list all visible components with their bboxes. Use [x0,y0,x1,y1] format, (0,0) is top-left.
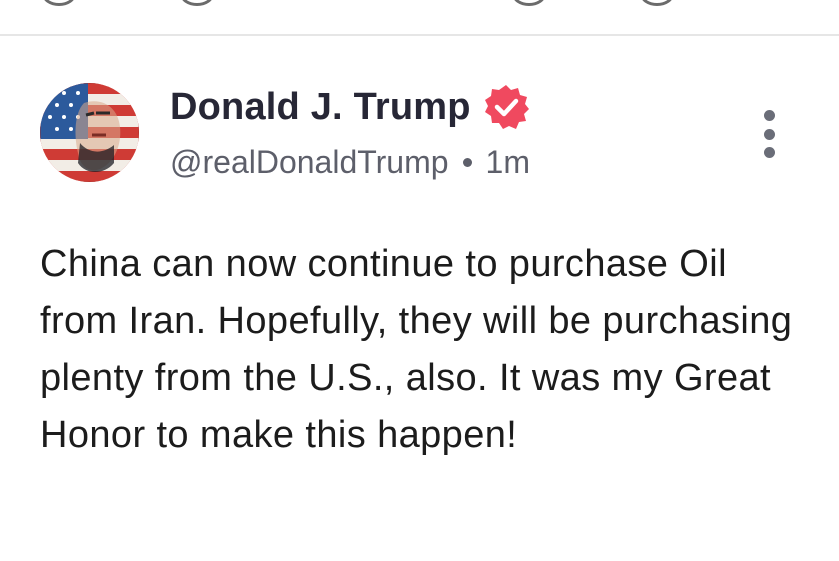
top-toolbar-clipped [0,0,839,36]
toolbar-glyph [180,0,214,6]
vertical-ellipsis-icon [763,128,775,140]
post-text: China can now continue to purchase Oil f… [40,243,793,456]
post-card: Donald J. Trump @realDonaldTrump 1m Chin… [0,36,839,561]
separator-dot [462,158,472,167]
avatar[interactable] [40,83,139,182]
post-meta-row: @realDonaldTrump 1m [170,144,530,181]
verified-badge-icon [481,82,531,132]
toolbar-glyph [640,0,674,6]
author-display-name[interactable]: Donald J. Trump [170,86,471,129]
vertical-ellipsis-icon [763,147,775,158]
vertical-ellipsis-icon [763,110,775,121]
post-timestamp[interactable]: 1m [486,144,530,181]
toolbar-glyph [42,0,76,6]
author-handle[interactable]: @realDonaldTrump [170,144,449,181]
more-options-button[interactable] [752,110,786,158]
toolbar-glyph [512,0,546,6]
author-name-row: Donald J. Trump [170,84,531,130]
flag-portrait-avatar-icon [40,83,139,182]
post-body: China can now continue to purchase Oil f… [40,236,810,464]
